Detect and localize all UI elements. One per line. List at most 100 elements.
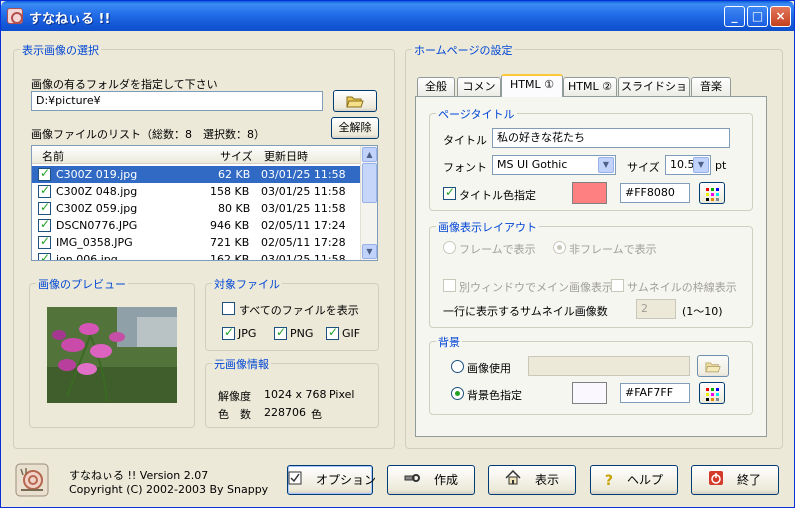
folder-open-icon [705,362,721,372]
snail-logo-icon [15,463,49,497]
font-select-value: MS UI Gothic [497,158,568,171]
file-row[interactable]: ion 006.jpg 162 KB 03/01/25 11:58 [32,251,362,261]
per-row-input[interactable]: 2 [636,299,676,319]
scroll-up-icon[interactable]: ▲ [362,147,377,162]
per-row-range: (1〜10) [682,305,723,318]
bg-color-input[interactable]: #FAF7FF [620,383,690,403]
image-selection-label: 表示画像の選択 [20,42,101,58]
file-size: 158 KB [210,185,250,198]
file-size: 80 KB [218,202,251,215]
bg-color-swatch[interactable] [572,382,607,404]
app-snail-icon [7,8,23,24]
file-row[interactable]: C300Z 019.jpg 62 KB 03/01/25 11:58 [32,166,362,183]
tab-music[interactable]: 音楽 [691,77,731,97]
resolution-label: 解像度 [218,390,251,403]
bg-image-input[interactable] [528,356,690,376]
clear-all-button[interactable]: 全解除 [331,117,379,139]
file-checkbox[interactable] [38,183,51,198]
title-color-checkbox[interactable] [443,185,456,200]
bg-image-browse-button[interactable] [697,355,729,377]
size-unit: pt [715,159,727,172]
help-button[interactable]: ? ヘルプ [590,465,678,495]
tab-slideshow[interactable]: スライドショー [618,77,690,111]
file-list-scrollbar[interactable]: ▲ ▼ [360,146,377,260]
tab-general[interactable]: 全般 [417,77,455,97]
gif-label: GIF [342,327,361,340]
frame-label: フレームで表示 [459,243,536,256]
chevron-down-icon[interactable]: ▼ [693,157,709,173]
tab-comment[interactable]: コメント [457,77,501,111]
image-info-label: 元画像情報 [212,356,271,372]
png-label: PNG [290,327,314,340]
column-size[interactable]: サイズ [220,148,253,164]
view-button[interactable]: 表示 [488,465,576,495]
title-bar[interactable]: すなねぃる !! _ □ × [1,1,794,31]
png-checkbox[interactable] [274,325,287,340]
minimize-button[interactable]: _ [724,6,745,27]
layout-group-label: 画像表示レイアウト [436,219,539,235]
file-row[interactable]: DSCN0776.JPG 946 KB 02/05/11 17:24 [32,217,362,234]
thumb-border-label: サムネイルの枠線表示 [627,281,737,294]
title-color-input[interactable]: #FF8080 [620,183,690,203]
preview-label: 画像のプレビュー [36,276,128,292]
options-checklist-icon [288,467,302,495]
font-select[interactable]: MS UI Gothic ▼ [492,155,616,175]
home-icon [505,467,521,495]
file-checkbox[interactable] [38,251,51,260]
thumb-border-checkbox[interactable] [611,279,624,292]
file-checkbox[interactable] [38,166,51,181]
bg-palette-icon[interactable] [699,382,725,404]
options-button[interactable]: オプション [287,465,376,495]
file-size: 162 KB [210,253,250,261]
create-button[interactable]: 作成 [387,465,475,495]
title-input[interactable]: 私の好きな花たち [492,128,730,148]
create-button-label: 作成 [433,473,458,487]
title-color-swatch[interactable] [572,182,607,204]
size-select[interactable]: 10.5 ▼ [665,155,711,175]
frame-radio[interactable] [443,241,456,254]
exit-button[interactable]: 終了 [691,465,779,495]
tab-html-2[interactable]: HTML ② [563,77,617,97]
noframe-radio[interactable] [553,241,566,254]
separate-window-label: 別ウィンドウでメイン画像表示 [459,281,613,294]
tab-html-1[interactable]: HTML ① [501,74,563,97]
close-button[interactable]: × [770,6,791,27]
view-button-label: 表示 [534,473,559,487]
bg-color-radio[interactable] [451,387,464,400]
file-list[interactable]: 名前 サイズ 更新日時 C300Z 019.jpg 62 KB 03/01/25… [31,145,378,261]
file-checkbox[interactable] [38,234,51,249]
column-date[interactable]: 更新日時 [264,148,308,164]
chevron-down-icon[interactable]: ▼ [598,157,614,173]
colors-value: 228706 [264,406,306,419]
file-date: 03/01/25 11:58 [261,168,346,181]
file-row[interactable]: C300Z 048.jpg 158 KB 03/01/25 11:58 [32,183,362,200]
flower-photo-icon [47,307,177,403]
file-date: 03/01/25 11:58 [261,185,346,198]
page-title-group-label: ページタイトル [436,106,517,122]
separate-window-checkbox[interactable] [443,279,456,292]
scroll-down-icon[interactable]: ▼ [362,244,377,259]
title-palette-icon[interactable] [699,182,725,204]
file-size: 62 KB [218,168,251,181]
file-name: DSCN0776.JPG [56,219,138,232]
file-size: 721 KB [210,236,250,249]
file-row[interactable]: IMG_0358.JPG 721 KB 02/05/11 17:28 [32,234,362,251]
folder-input[interactable]: D:¥picture¥ [31,91,323,111]
jpg-checkbox[interactable] [222,325,235,340]
scroll-thumb[interactable] [362,163,377,203]
browse-folder-button[interactable] [333,90,377,112]
file-checkbox[interactable] [38,217,51,232]
file-size: 946 KB [210,219,250,232]
file-row[interactable]: C300Z 059.jpg 80 KB 03/01/25 11:58 [32,200,362,217]
maximize-button[interactable]: □ [747,6,768,27]
show-all-files-checkbox[interactable] [222,302,235,315]
file-list-header: 名前 サイズ 更新日時 [32,146,377,164]
use-image-radio[interactable] [451,360,464,373]
column-name[interactable]: 名前 [42,148,64,164]
file-checkbox[interactable] [38,200,51,215]
file-name: C300Z 048.jpg [56,185,138,198]
background-group-label: 背景 [436,334,462,350]
gif-checkbox[interactable] [326,325,339,340]
file-name: ion 006.jpg [56,253,118,261]
show-all-files-label: すべてのファイルを表示 [239,304,359,317]
